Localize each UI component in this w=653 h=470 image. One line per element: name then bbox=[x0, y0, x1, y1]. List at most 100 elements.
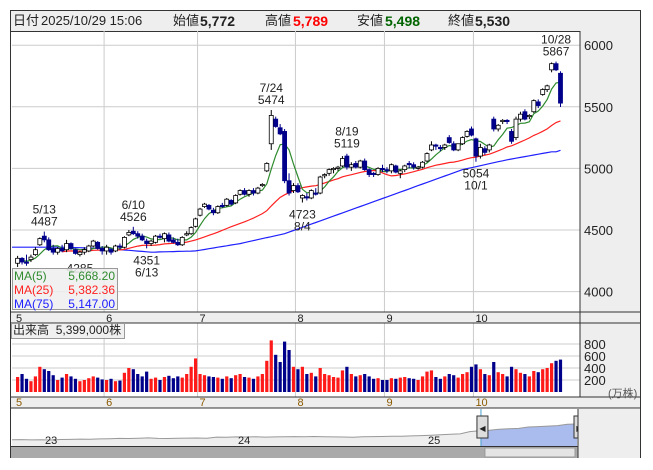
candle bbox=[420, 161, 425, 169]
candle bbox=[286, 173, 292, 196]
candle-body bbox=[81, 249, 87, 253]
candle bbox=[64, 239, 69, 253]
candle-body bbox=[268, 115, 274, 145]
candle-body bbox=[322, 174, 328, 177]
volume-bar bbox=[269, 340, 273, 392]
candle bbox=[33, 247, 38, 256]
stock-chart[interactable]: 4000450050005500600020040060080055667788… bbox=[0, 0, 653, 470]
volume-bar bbox=[518, 372, 523, 392]
volume-bar bbox=[51, 375, 55, 392]
navigator-corner bbox=[578, 409, 640, 458]
volume-bar bbox=[474, 364, 478, 392]
candle-body bbox=[41, 235, 47, 241]
candle-body bbox=[406, 163, 412, 166]
candle-body bbox=[108, 249, 114, 253]
candle-body bbox=[77, 251, 83, 256]
candle-body bbox=[206, 204, 212, 210]
month-label: 7 bbox=[200, 397, 206, 409]
volume-label-box: 出来高 5,399,000株 bbox=[11, 323, 126, 339]
candle-body bbox=[455, 143, 461, 151]
volume-bar bbox=[478, 369, 482, 392]
volume-bar bbox=[412, 378, 416, 392]
volume-bar bbox=[505, 376, 509, 392]
volume-bar bbox=[509, 366, 514, 392]
volume-bar bbox=[274, 354, 278, 392]
annotation-date: 5/13 bbox=[33, 203, 57, 217]
volume-bar bbox=[345, 366, 349, 392]
annotation-date: 6/13 bbox=[135, 265, 159, 279]
candle-body bbox=[202, 203, 207, 207]
volume-bar bbox=[394, 378, 398, 392]
annotation-date: 8/4 bbox=[294, 220, 311, 234]
volume-bar bbox=[389, 378, 393, 392]
scrollbar-thumb[interactable] bbox=[484, 447, 576, 458]
candle bbox=[188, 226, 194, 235]
candle bbox=[322, 173, 328, 179]
candle-body bbox=[362, 160, 368, 171]
volume-bar bbox=[287, 350, 291, 392]
candle-body bbox=[340, 158, 345, 167]
volume-bar bbox=[69, 376, 73, 392]
candle bbox=[544, 84, 550, 93]
candle bbox=[509, 128, 514, 144]
candle bbox=[68, 242, 74, 250]
candle-body bbox=[197, 208, 203, 216]
candle bbox=[210, 207, 216, 216]
candle bbox=[469, 126, 474, 137]
candle bbox=[344, 153, 350, 170]
candle bbox=[126, 230, 132, 237]
candle-body bbox=[526, 115, 532, 118]
volume-bar bbox=[380, 380, 385, 392]
volume-bar bbox=[501, 374, 505, 392]
volume-bar bbox=[456, 377, 460, 392]
candle bbox=[95, 241, 101, 250]
candle-body bbox=[415, 166, 421, 169]
candle-body bbox=[348, 164, 354, 168]
annotation-value: 5119 bbox=[334, 137, 360, 151]
price-tick-label: 5500 bbox=[584, 100, 613, 115]
volume-bar bbox=[429, 370, 434, 392]
volume-label: 出来高 bbox=[13, 323, 50, 337]
candle-body bbox=[299, 195, 305, 199]
volume-bar bbox=[554, 360, 558, 392]
candle-body bbox=[251, 190, 256, 194]
candle bbox=[446, 135, 452, 144]
candle-body bbox=[184, 233, 190, 236]
month-label: 10 bbox=[475, 397, 487, 409]
candle bbox=[37, 237, 43, 247]
volume-bar bbox=[96, 377, 100, 392]
candle-body bbox=[215, 206, 221, 214]
volume-bar bbox=[434, 377, 438, 392]
candle bbox=[273, 116, 279, 128]
volume-bar bbox=[323, 374, 327, 392]
candle-body bbox=[464, 131, 470, 137]
volume-bar bbox=[363, 374, 367, 392]
candle bbox=[264, 162, 270, 173]
candle-body bbox=[500, 119, 506, 122]
ma-legend: MA(5) 5,668.20 MA(25) 5,382.36 MA(75) 5,147… bbox=[12, 268, 118, 311]
candle bbox=[277, 124, 283, 136]
candle bbox=[144, 238, 150, 249]
candle-body bbox=[286, 180, 292, 194]
candle-body bbox=[188, 227, 194, 235]
volume-bar bbox=[198, 374, 202, 392]
candle-body bbox=[273, 118, 279, 127]
volume-bar bbox=[461, 374, 465, 392]
candle-body bbox=[162, 233, 167, 240]
volume-bar bbox=[296, 369, 300, 392]
candle bbox=[139, 233, 145, 242]
volume-bar bbox=[229, 378, 233, 392]
volume-bar bbox=[300, 366, 304, 392]
volume-bar bbox=[496, 372, 500, 392]
candle-body bbox=[326, 169, 332, 174]
volume-bar bbox=[385, 380, 389, 392]
volume-bar bbox=[536, 372, 540, 392]
candle bbox=[224, 197, 230, 207]
candle bbox=[255, 186, 261, 195]
volume-bar bbox=[24, 378, 29, 392]
volume-bar bbox=[420, 376, 425, 392]
ma5-label: MA(5) bbox=[14, 269, 47, 283]
candle-body bbox=[495, 124, 501, 130]
candle bbox=[41, 231, 47, 243]
candle bbox=[486, 143, 492, 153]
